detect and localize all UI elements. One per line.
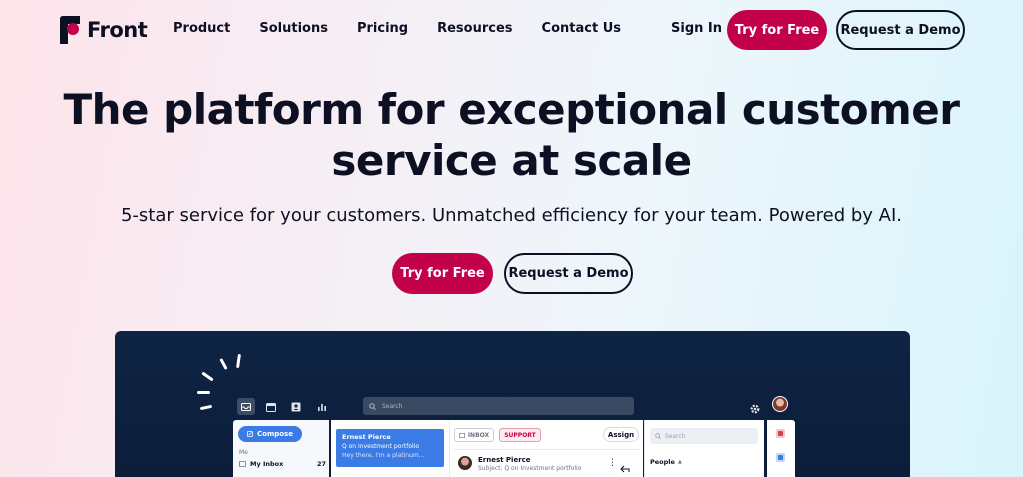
logo[interactable]: Front <box>60 16 148 44</box>
nav-item-solutions[interactable]: Solutions <box>259 21 328 36</box>
contact-details-panel: Search People ▲ <box>644 420 764 477</box>
search-icon <box>369 402 376 410</box>
contacts-icon[interactable] <box>287 398 305 415</box>
assign-button[interactable]: Assign <box>603 427 639 442</box>
message-subject: Q on Investment portfolio <box>342 443 419 450</box>
front-logo-icon <box>60 16 80 44</box>
hero-try-free-button[interactable]: Try for Free <box>392 253 493 294</box>
inbox-icon <box>239 461 246 467</box>
support-tag[interactable]: SUPPORT <box>499 428 541 442</box>
search-icon <box>655 433 661 439</box>
nav-item-pricing[interactable]: Pricing <box>357 21 408 36</box>
sidebar-panel: Compose Me My Inbox 27 <box>233 420 329 477</box>
sender-avatar <box>458 456 472 470</box>
divider <box>454 449 640 450</box>
inbox-tag-label: INBOX <box>467 431 490 439</box>
sign-in-link[interactable]: Sign In <box>671 21 722 36</box>
contact-search-input[interactable]: Search <box>650 428 758 444</box>
nav-request-demo-button[interactable]: Request a Demo <box>836 10 965 50</box>
nav-item-resources[interactable]: Resources <box>437 21 512 36</box>
brand-name: Front <box>87 18 148 42</box>
reply-icon[interactable] <box>620 458 630 477</box>
hero-subtitle: 5-star service for your customers. Unmat… <box>120 205 903 226</box>
app-search-bar[interactable]: Search <box>363 397 634 415</box>
user-avatar[interactable] <box>772 396 788 412</box>
message-sender: Ernest Pierce <box>342 433 391 441</box>
people-label: People <box>650 458 675 466</box>
compose-button[interactable]: Compose <box>238 426 302 442</box>
hero-request-demo-button[interactable]: Request a Demo <box>504 253 633 294</box>
nav-item-contact-us[interactable]: Contact Us <box>542 21 621 36</box>
inbox-tag[interactable]: INBOX <box>454 428 494 442</box>
people-section-header[interactable]: People ▲ <box>650 458 682 466</box>
app-preview: Search Compose Me My Inbox 27 Ernest Pie… <box>115 331 910 477</box>
sidebar-item-my-inbox[interactable]: My Inbox 27 <box>239 459 327 469</box>
section-me-label: Me <box>239 449 248 456</box>
my-inbox-label: My Inbox <box>250 460 284 468</box>
app-search-placeholder: Search <box>382 402 403 410</box>
analytics-icon[interactable] <box>313 398 331 415</box>
hero-title-line-1: The platform for exceptional customer <box>63 85 960 134</box>
settings-gear-icon[interactable] <box>749 400 761 419</box>
inbox-icon <box>458 432 465 438</box>
top-navigation: Front Product Solutions Pricing Resource… <box>0 0 1023 60</box>
compose-label: Compose <box>257 430 293 438</box>
hero-title: The platform for exceptional customer se… <box>0 84 1023 186</box>
conversation-sender: Ernest Pierce <box>478 456 531 464</box>
conversation-panel: INBOX SUPPORT Assign Ernest Pierce Subje… <box>449 420 643 477</box>
nav-try-free-button[interactable]: Try for Free <box>727 10 827 50</box>
message-item-selected[interactable]: Ernest Pierce Q on Investment portfolio … <box>336 429 444 467</box>
conversation-subject: Subject: Q on Investment portfolio <box>478 465 582 472</box>
nav-item-product[interactable]: Product <box>173 21 230 36</box>
inbox-icon[interactable] <box>237 398 255 415</box>
my-inbox-count: 27 <box>317 460 327 468</box>
more-options-icon[interactable]: ⋮ <box>608 458 617 468</box>
calendar-icon[interactable] <box>262 398 280 415</box>
message-list: Ernest Pierce Q on Investment portfolio … <box>331 420 451 477</box>
nav-links: Product Solutions Pricing Resources Cont… <box>173 21 650 36</box>
contact-search-placeholder: Search <box>665 432 686 440</box>
calendar-app-icon[interactable] <box>776 429 785 438</box>
app-rail <box>767 420 795 477</box>
caret-up-icon: ▲ <box>677 459 682 465</box>
pencil-icon <box>247 431 253 437</box>
hero-title-line-2: service at scale <box>331 136 692 185</box>
contact-app-icon[interactable] <box>776 453 785 462</box>
message-preview: Hey there, I'm a platinum... <box>342 452 425 459</box>
